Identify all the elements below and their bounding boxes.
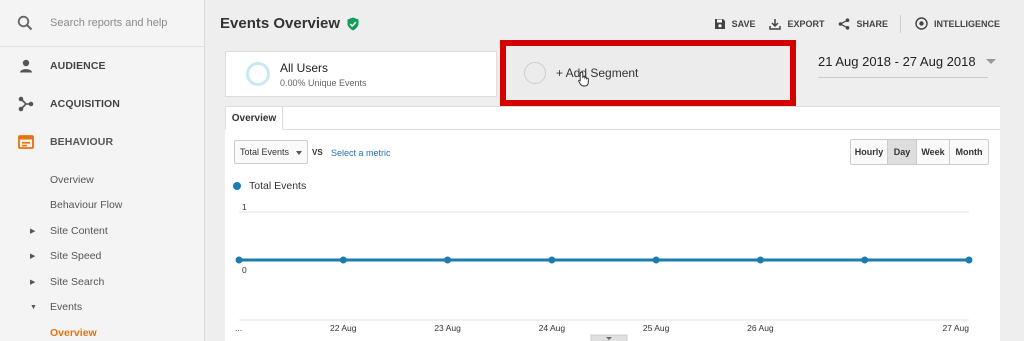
tab-overview-label: Overview bbox=[231, 112, 277, 124]
sidebar-item-label: Overview bbox=[50, 326, 97, 339]
granularity-week-button[interactable]: Week bbox=[917, 140, 950, 164]
metric-dropdown[interactable]: Total Events bbox=[234, 140, 308, 164]
sidebar-item-label: Events bbox=[50, 301, 83, 314]
granularity-toggle: Hourly Day Week Month bbox=[850, 139, 989, 165]
expand-arrow-icon: ▶ bbox=[30, 227, 36, 235]
y-tick-label: 0 bbox=[242, 265, 247, 275]
sidebar-item-events-overview[interactable]: Overview bbox=[0, 320, 204, 341]
sidebar-item-label: BEHAVIOUR bbox=[50, 136, 114, 148]
report-panel: Overview Total Events VS Select a metric… bbox=[225, 106, 1000, 341]
date-range-text: 21 Aug 2018 - 27 Aug 2018 bbox=[818, 54, 976, 69]
sidebar-item-audience[interactable]: AUDIENCE bbox=[0, 47, 204, 85]
data-point bbox=[444, 256, 452, 264]
data-point bbox=[339, 256, 347, 264]
share-button[interactable]: SHARE bbox=[838, 17, 888, 30]
segment-ring-icon bbox=[246, 62, 270, 86]
data-point bbox=[235, 256, 243, 264]
tab-overview[interactable]: Overview bbox=[225, 106, 283, 130]
sidebar: AUDIENCE ACQUISITION BEHAVIOUR Overview … bbox=[0, 0, 205, 341]
tab-divider bbox=[283, 129, 1000, 130]
collapse-arrow-icon: ▼ bbox=[30, 303, 37, 311]
add-segment-label: + Add Segment bbox=[556, 66, 639, 80]
segment-all-users[interactable]: All Users 0.00% Unique Events bbox=[225, 51, 497, 97]
date-range-picker[interactable]: 21 Aug 2018 - 27 Aug 2018 bbox=[818, 54, 996, 69]
export-button[interactable]: EXPORT bbox=[769, 18, 824, 30]
sidebar-item-label: Site Speed bbox=[50, 250, 102, 263]
save-button[interactable]: SAVE bbox=[714, 18, 756, 30]
chevron-down-icon bbox=[296, 151, 302, 155]
x-tick-label: ... bbox=[235, 323, 242, 333]
granularity-day-button[interactable]: Day bbox=[888, 140, 917, 164]
sidebar-item-site-search[interactable]: ▶ Site Search bbox=[0, 269, 204, 295]
metric-dropdown-value: Total Events bbox=[240, 147, 290, 157]
chevron-down-icon bbox=[985, 59, 996, 64]
x-tick-label: 23 Aug bbox=[434, 323, 461, 333]
sidebar-item-site-speed[interactable]: ▶ Site Speed bbox=[0, 244, 204, 270]
sidebar-item-label: Site Search bbox=[50, 275, 105, 288]
search-icon bbox=[17, 15, 33, 31]
sidebar-item-behaviour-overview[interactable]: Overview bbox=[0, 167, 204, 193]
data-point bbox=[756, 256, 764, 264]
export-label: EXPORT bbox=[787, 18, 825, 29]
x-tick-label: 26 Aug bbox=[747, 323, 774, 333]
sidebar-item-acquisition[interactable]: ACQUISITION bbox=[0, 85, 204, 123]
segment-subtitle: 0.00% Unique Events bbox=[280, 77, 367, 88]
sidebar-item-label: Site Content bbox=[50, 224, 108, 237]
sidebar-item-events[interactable]: ▼ Events bbox=[0, 295, 204, 321]
sidebar-item-label: AUDIENCE bbox=[50, 60, 106, 72]
acquisition-icon bbox=[17, 95, 35, 113]
sidebar-item-label: ACQUISITION bbox=[50, 98, 120, 110]
legend-label: Total Events bbox=[249, 180, 307, 192]
verified-shield-icon bbox=[347, 17, 359, 31]
data-point bbox=[965, 256, 973, 264]
date-range-underline bbox=[818, 77, 988, 78]
x-tick-label: 27 Aug bbox=[943, 323, 970, 333]
x-tick-label: 22 Aug bbox=[330, 323, 357, 333]
granularity-hourly-button[interactable]: Hourly bbox=[851, 140, 888, 164]
legend-dot bbox=[233, 182, 241, 190]
expand-arrow-icon: ▶ bbox=[30, 278, 36, 286]
add-segment-button[interactable]: + Add Segment bbox=[500, 40, 796, 106]
chart-legend: Total Events bbox=[233, 180, 306, 192]
x-tick-label: 25 Aug bbox=[643, 323, 670, 333]
sidebar-item-label: Behaviour Flow bbox=[50, 199, 123, 212]
search-input[interactable] bbox=[50, 17, 190, 29]
data-point bbox=[548, 256, 556, 264]
sidebar-item-behaviour[interactable]: BEHAVIOUR bbox=[0, 123, 204, 161]
add-segment-circle-icon bbox=[524, 62, 546, 84]
intelligence-button[interactable]: INTELLIGENCE bbox=[915, 17, 1000, 30]
person-icon bbox=[17, 57, 35, 75]
page-title: Events Overview bbox=[220, 15, 341, 32]
expand-arrow-icon: ▶ bbox=[30, 253, 36, 261]
intelligence-label: INTELLIGENCE bbox=[933, 18, 1000, 29]
sidebar-item-behaviour-flow[interactable]: Behaviour Flow bbox=[0, 193, 204, 219]
y-tick-label: 1 bbox=[242, 202, 247, 212]
data-point bbox=[652, 256, 660, 264]
line-chart: 1 0... 22 Aug 23 Aug 24 Aug 25 Aug 26 Aug 27 Au… bbox=[235, 202, 973, 341]
x-tick-label: 24 Aug bbox=[539, 323, 566, 333]
intelligence-icon bbox=[915, 17, 928, 30]
save-icon bbox=[714, 18, 725, 29]
share-icon bbox=[839, 17, 850, 30]
hand-cursor-icon bbox=[578, 71, 589, 87]
export-icon bbox=[769, 18, 782, 30]
data-point bbox=[861, 256, 869, 264]
behaviour-icon bbox=[17, 133, 35, 151]
segment-title: All Users bbox=[280, 60, 329, 75]
vs-label: VS bbox=[312, 148, 323, 157]
share-label: SHARE bbox=[856, 18, 888, 29]
granularity-month-button[interactable]: Month bbox=[950, 140, 988, 164]
search-bar bbox=[0, 0, 204, 47]
divider bbox=[899, 14, 901, 33]
sidebar-item-site-content[interactable]: ▶ Site Content bbox=[0, 218, 204, 244]
save-label: SAVE bbox=[731, 18, 756, 29]
sidebar-item-label: Overview bbox=[50, 173, 94, 186]
select-metric-link[interactable]: Select a metric bbox=[331, 148, 391, 158]
